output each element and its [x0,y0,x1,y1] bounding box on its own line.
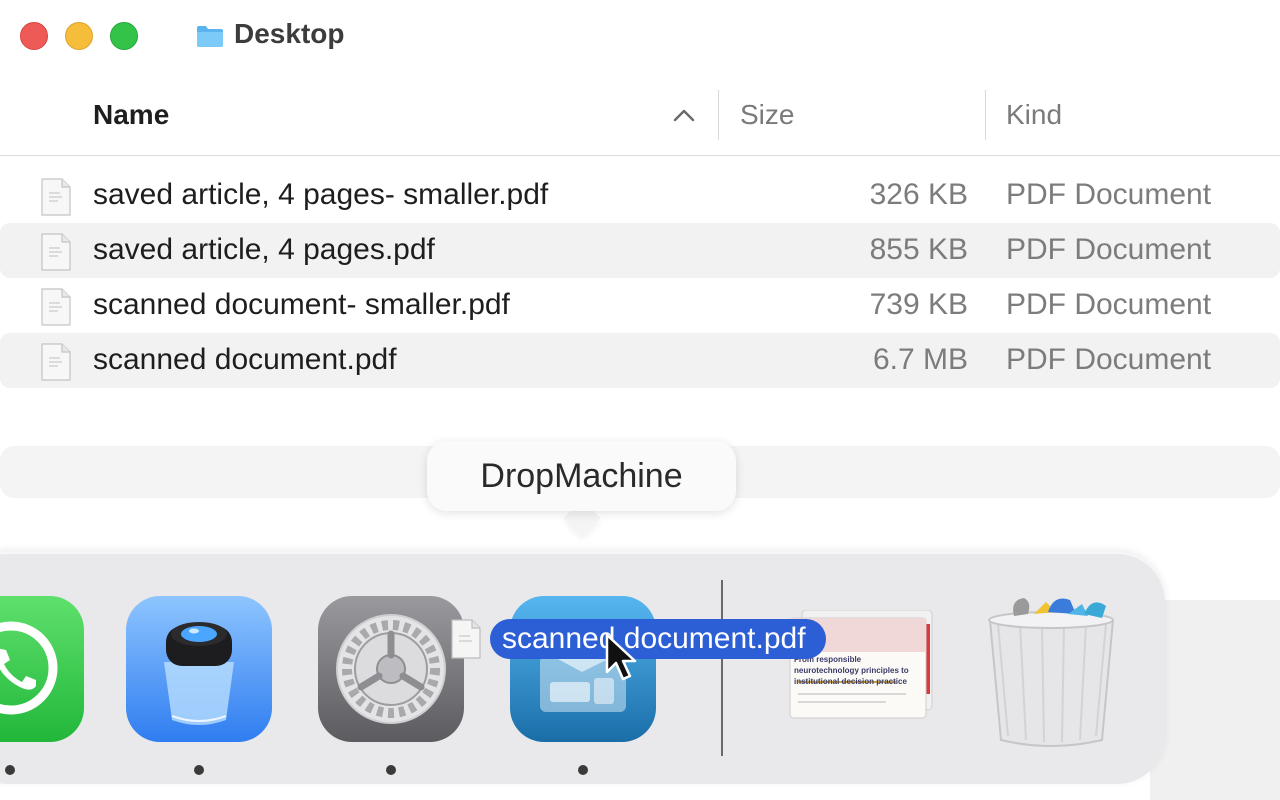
file-size: 326 KB [869,178,968,211]
running-indicator [5,765,15,775]
window-title: Desktop [234,18,345,49]
file-list: saved article, 4 pages- smaller.pdf 326 … [0,168,1280,388]
column-size-header[interactable]: Size [740,99,794,131]
file-kind: PDF Document [1006,233,1212,266]
pdf-file-icon [451,619,481,659]
file-size: 739 KB [869,288,968,321]
file-kind: PDF Document [1006,178,1212,211]
file-row[interactable]: saved article, 4 pages.pdf 855 KB PDF Do… [0,223,1280,278]
mouse-cursor-icon [605,633,637,681]
column-kind-header[interactable]: Kind [1006,99,1062,131]
dock-divider [721,580,723,756]
file-size: 6.7 MB [872,343,968,376]
running-indicator [194,765,204,775]
column-name-header[interactable]: Name [93,99,169,131]
chevron-up-icon[interactable] [672,107,696,123]
file-name[interactable]: saved article, 4 pages- smaller.pdf [93,178,548,212]
column-separator[interactable] [718,90,719,140]
gear-icon[interactable] [318,596,464,742]
running-indicator [578,765,588,775]
close-button[interactable] [20,22,48,50]
pdf-file-icon [41,233,71,271]
column-header: Name Size Kind [0,75,1280,156]
file-name[interactable]: saved article, 4 pages.pdf [93,233,435,267]
file-row[interactable]: saved article, 4 pages- smaller.pdf 326 … [0,168,1280,223]
dragged-file-label: scanned document.pdf [490,619,826,659]
file-row[interactable]: scanned document.pdf 6.7 MB PDF Document [0,333,1280,388]
folder-icon [197,26,223,47]
pdf-file-icon [41,178,71,216]
minimize-button[interactable] [65,22,93,50]
file-row[interactable]: scanned document- smaller.pdf 739 KB PDF… [0,278,1280,333]
file-name[interactable]: scanned document.pdf [93,343,397,377]
file-kind: PDF Document [1006,288,1212,321]
preview-icon[interactable] [126,596,272,742]
running-indicator [386,765,396,775]
documents-stack-text: From responsible neurotechnology princip… [794,655,909,686]
trash-icon[interactable] [984,590,1119,750]
file-name[interactable]: scanned document- smaller.pdf [93,288,510,322]
pdf-file-icon [41,343,71,381]
file-size: 855 KB [869,233,968,266]
file-kind: PDF Document [1006,343,1212,376]
column-separator[interactable] [985,90,986,140]
pdf-file-icon [41,288,71,326]
window-titlebar: Desktop [0,0,1280,75]
dock-tooltip: DropMachine [427,441,736,511]
background-window-edge [1150,600,1280,800]
zoom-button[interactable] [110,22,138,50]
whatsapp-icon[interactable] [0,596,84,742]
